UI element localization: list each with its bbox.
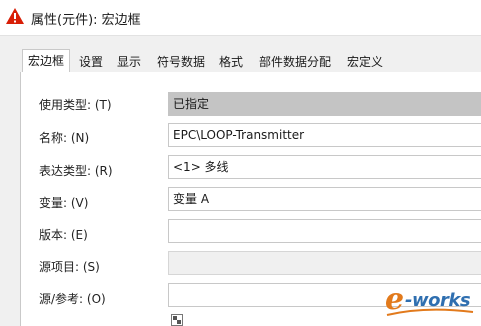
e-works-watermark: e -works [385, 282, 475, 320]
version-label: 版本: (E) [39, 228, 88, 242]
tab-macro-definition[interactable]: 宏定义 [344, 52, 386, 72]
tab-format[interactable]: 格式 [216, 52, 246, 72]
tab-bar: 宏边框 设置 显示 符号数据 格式 部件数据分配 宏定义 [20, 48, 481, 73]
image-icon [171, 314, 183, 326]
variant-field[interactable]: 变量 A [168, 187, 481, 211]
window-title: 属性(元件): 宏边框 [31, 13, 141, 28]
tab-symbol-data[interactable]: 符号数据 [153, 52, 209, 72]
variant-label: 变量: (V) [39, 196, 89, 210]
warning-icon [6, 8, 24, 24]
tab-macro-frame[interactable]: 宏边框 [22, 49, 70, 72]
source-project-label: 源项目: (S) [39, 260, 100, 274]
usage-type-field: 已指定 [168, 92, 481, 116]
usage-type-label: 使用类型: (T) [39, 98, 112, 112]
representation-type-label: 表达类型: (R) [39, 164, 113, 178]
title-bar: 属性(元件): 宏边框 [0, 0, 481, 36]
source-project-field [168, 251, 481, 275]
version-field[interactable] [168, 219, 481, 243]
source-reference-label: 源/参考: (O) [39, 292, 106, 306]
tab-display[interactable]: 显示 [114, 52, 144, 72]
tab-part-data-assignment[interactable]: 部件数据分配 [254, 52, 336, 72]
name-label: 名称: (N) [39, 131, 90, 145]
tab-settings[interactable]: 设置 [76, 52, 106, 72]
name-field[interactable]: EPC\LOOP-Transmitter [168, 123, 481, 147]
representation-type-field[interactable]: <1> 多线 [168, 155, 481, 179]
